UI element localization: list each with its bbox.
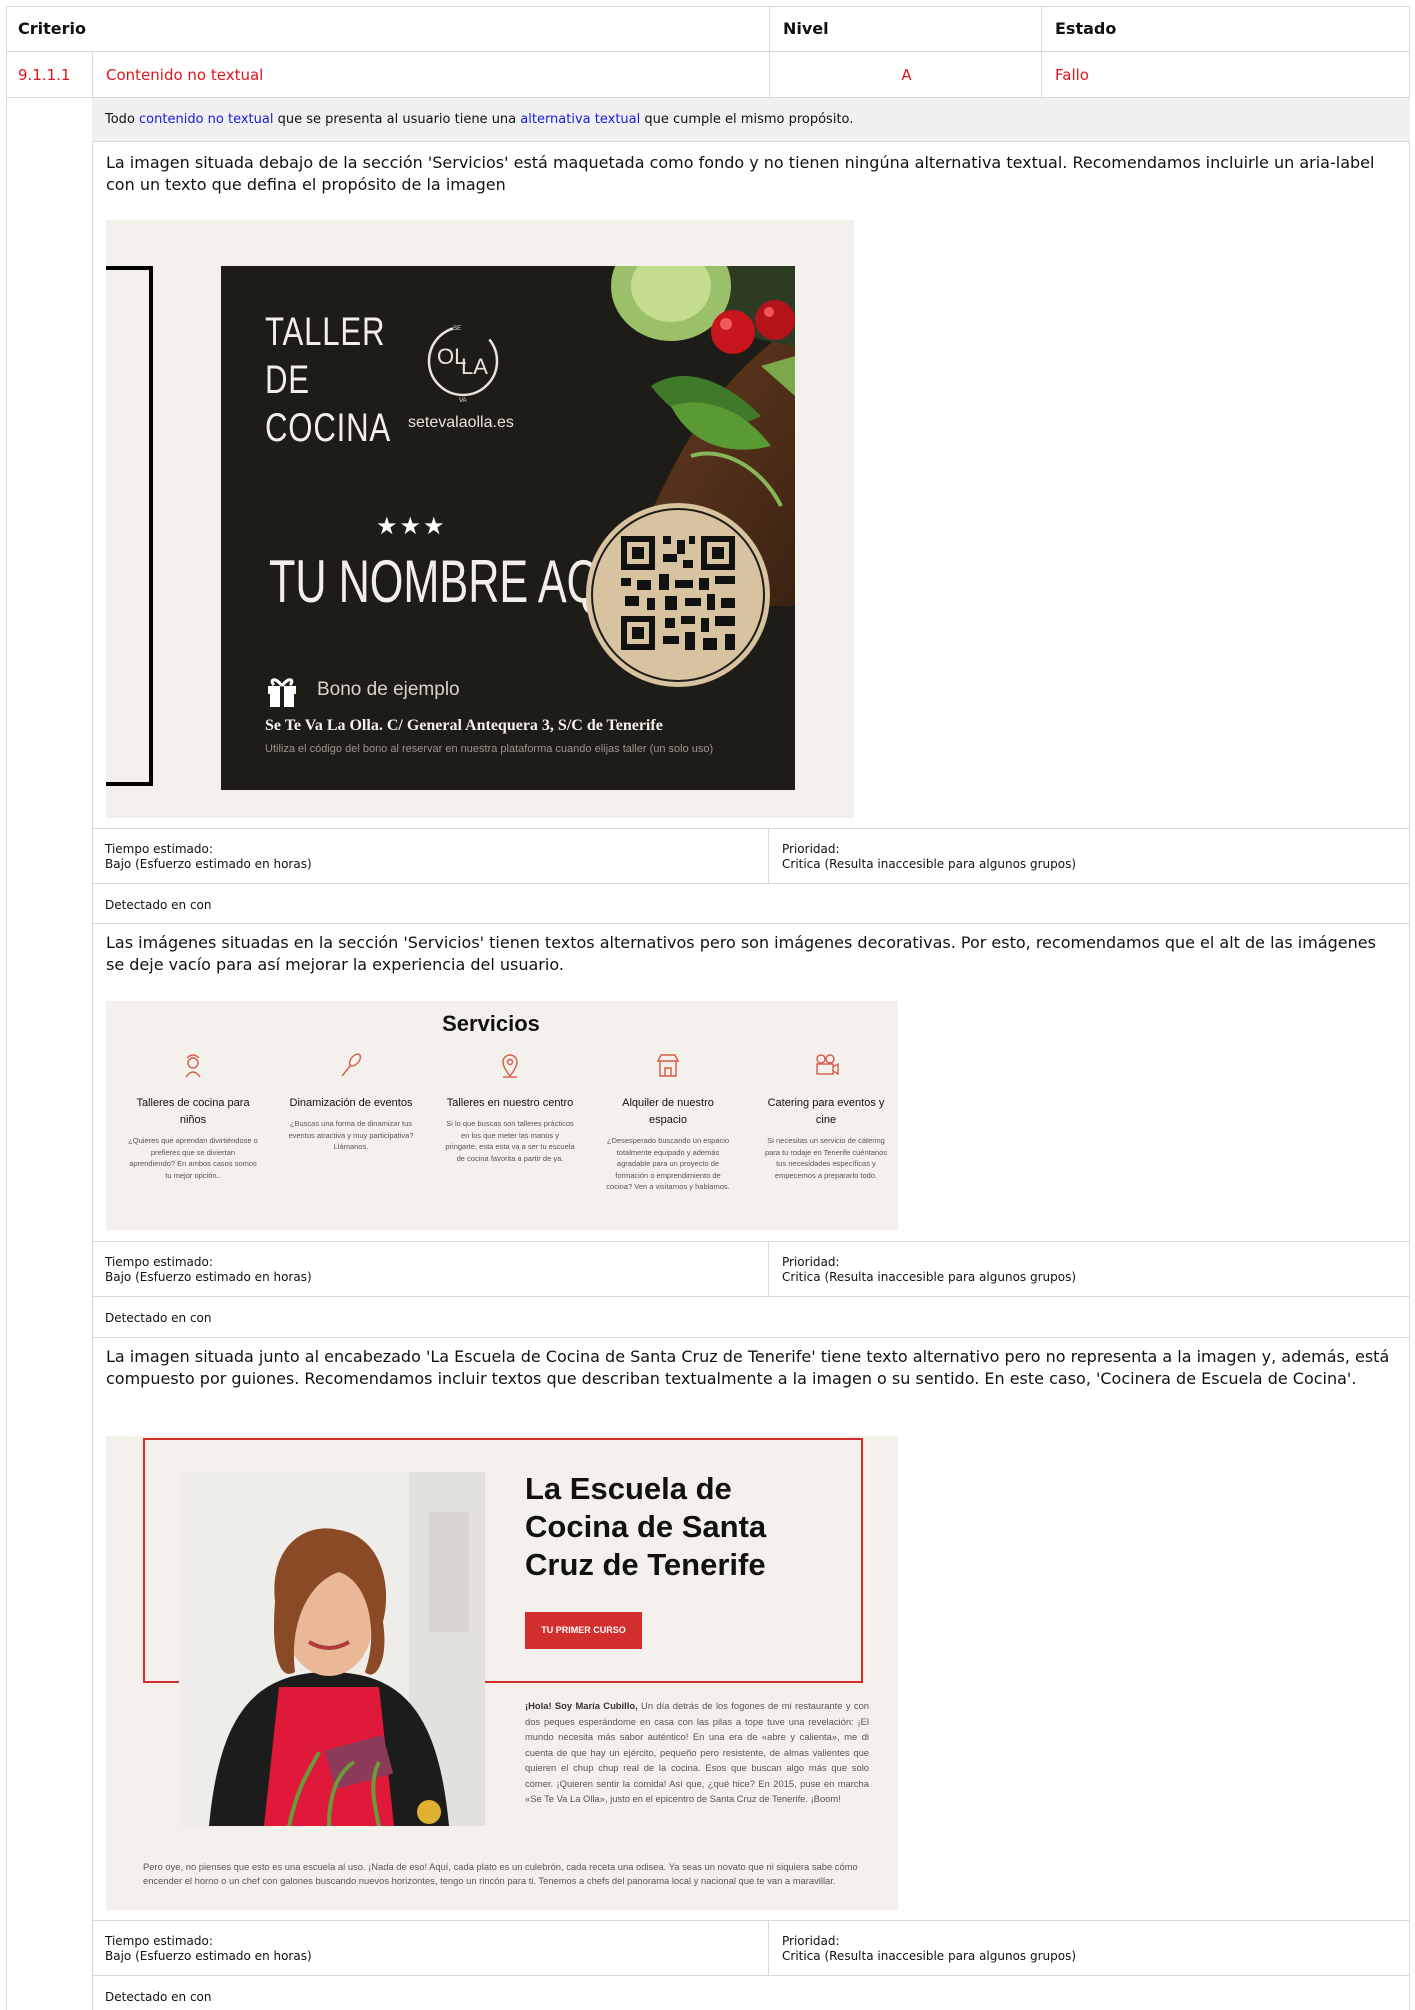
location-pin-icon: [502, 1054, 518, 1078]
screenshot-voucher: TALLER DE COCINA OL LA SE VA setevalaoll…: [106, 220, 854, 818]
svg-text:VA: VA: [459, 398, 467, 404]
priority: Prioridad: Critica (Resulta inaccesible p…: [782, 1934, 1076, 1964]
bio-greeting: ¡Hola! Soy María Cubillo,: [525, 1700, 638, 1711]
voucher-title-line: COCINA: [265, 406, 392, 450]
link-alternativa-textual[interactable]: alternativa textual: [520, 112, 640, 127]
criterion-id: 9.1.1.1: [18, 66, 71, 84]
service-title: Talleres de cocina para niños: [136, 1097, 250, 1126]
service-desc: ¿Quieres que aprendan divirtiéndose o pr…: [128, 1136, 258, 1180]
gift-icon: [268, 678, 296, 707]
chef-kid-icon: [185, 1054, 201, 1078]
voucher-title-line: TALLER: [265, 310, 386, 354]
service-title: Dinamización de eventos: [289, 1097, 413, 1109]
header-estado: Estado: [1055, 19, 1117, 38]
header-nivel: Nivel: [783, 19, 829, 38]
description-text: que se presenta al usuario tiene una: [273, 112, 521, 127]
header-criterio: Criterio: [18, 19, 86, 38]
issue-3-meta: Tiempo estimado: Bajo (Esfuerzo estimado …: [92, 1920, 1410, 1976]
accessibility-report: Criterio Nivel Estado 9.1.1.1 Contenido …: [6, 6, 1410, 2010]
issue-1-detected: Detectado en con: [105, 898, 212, 912]
time-label: Tiempo estimado:: [105, 842, 213, 856]
priority-label: Prioridad:: [782, 842, 840, 856]
time-label: Tiempo estimado:: [105, 1934, 213, 1948]
time-label: Tiempo estimado:: [105, 1255, 213, 1269]
service-desc: ¿Buscas una forma de dinamizar tus event…: [288, 1119, 414, 1151]
whisk-icon: [341, 1053, 362, 1077]
issue-1-text: La imagen situada debajo de la sección '…: [106, 153, 1375, 194]
issue-1-meta: Tiempo estimado: Bajo (Esfuerzo estimado …: [92, 828, 1410, 884]
voucher-fine-print: Utiliza el código del bono al reservar e…: [265, 743, 714, 755]
criterion-name: Contenido no textual: [106, 66, 264, 84]
estimated-time: Tiempo estimado: Bajo (Esfuerzo estimado …: [105, 1255, 312, 1285]
escuela-heading: La Escuela de Cocina de Santa Cruz de Te…: [525, 1471, 767, 1582]
screenshot-escuela: La Escuela de Cocina de Santa Cruz de Te…: [106, 1436, 898, 1910]
service-title: Alquiler de nuestro espacio: [622, 1097, 714, 1126]
time-value: Bajo (Esfuerzo estimado en horas): [105, 1270, 312, 1284]
service-desc: ¿Desesperado buscando un espacio totalme…: [606, 1136, 730, 1191]
priority-value: Critica (Resulta inaccesible para alguno…: [782, 1270, 1077, 1284]
priority-label: Prioridad:: [782, 1255, 840, 1269]
olla-logo: OL LA SE VA: [427, 325, 499, 404]
screenshot-servicios: Servicios Talleres de cocina para niños …: [106, 1001, 898, 1230]
service-item: Catering para eventos y cine Si necesita…: [761, 1051, 891, 1181]
service-title: Catering para eventos y cine: [767, 1097, 885, 1126]
voucher-card: TALLER DE COCINA OL LA SE VA setevalaoll…: [221, 266, 795, 790]
priority: Prioridad: Critica (Resulta inaccesible p…: [782, 1255, 1076, 1285]
issue-2-text: Las imágenes situadas en la sección 'Ser…: [106, 933, 1376, 974]
criterion-row: 9.1.1.1 Contenido no textual A Fallo: [6, 52, 1410, 98]
criterion-description: Todo contenido no textual que se present…: [92, 98, 1410, 142]
estimated-time: Tiempo estimado: Bajo (Esfuerzo estimado …: [105, 842, 312, 872]
voucher-title-line: DE: [265, 358, 310, 402]
bio-text: Un día detrás de los fogones de mi resta…: [525, 1700, 869, 1804]
description-text: que cumple el mismo propósito.: [640, 112, 854, 127]
film-camera-icon: [816, 1054, 839, 1076]
stars-icon: ★★★: [376, 512, 447, 540]
voucher-bono: Bono de ejemplo: [317, 679, 460, 700]
svg-text:SE: SE: [453, 326, 461, 332]
svg-text:LA: LA: [461, 354, 488, 379]
issue-2-detected: Detectado en con: [105, 1311, 212, 1325]
estimated-time: Tiempo estimado: Bajo (Esfuerzo estimado …: [105, 1934, 312, 1964]
priority-label: Prioridad:: [782, 1934, 840, 1948]
time-value: Bajo (Esfuerzo estimado en horas): [105, 1949, 312, 1963]
escuela-footer-text: Pero oye, no pienses que esto es una esc…: [143, 1861, 858, 1886]
service-item: Dinamización de eventos ¿Buscas una form…: [286, 1051, 416, 1153]
voucher-website: setevalaolla.es: [408, 414, 514, 431]
voucher-address: Se Te Va La Olla. C/ General Antequera 3…: [265, 717, 663, 734]
criterion-level: A: [901, 66, 912, 84]
service-item: Talleres de cocina para niños ¿Quieres q…: [128, 1051, 258, 1181]
primer-curso-button[interactable]: TU PRIMER CURSO: [525, 1612, 642, 1649]
priority: Prioridad: Critica (Resulta inaccesible p…: [782, 842, 1076, 872]
service-item: Alquiler de nuestro espacio ¿Desesperado…: [603, 1051, 733, 1193]
priority-value: Critica (Resulta inaccesible para alguno…: [782, 857, 1077, 871]
link-contenido-no-textual[interactable]: contenido no textual: [139, 112, 273, 127]
issue-3-detected: Detectado en con: [105, 1990, 212, 2004]
issue-2-meta: Tiempo estimado: Bajo (Esfuerzo estimado …: [92, 1241, 1410, 1297]
priority-value: Critica (Resulta inaccesible para alguno…: [782, 1949, 1077, 1963]
description-text: Todo: [105, 112, 140, 127]
qr-code-icon: [586, 503, 770, 687]
voucher-title: TALLER DE COCINA: [265, 308, 391, 452]
service-desc: Si necesitas un servicio de cátering par…: [764, 1136, 888, 1180]
service-title: Talleres en nuestro centro: [446, 1097, 574, 1109]
store-icon: [656, 1054, 680, 1077]
criterion-status: Fallo: [1055, 66, 1089, 84]
service-desc: Si lo que buscas son talleres prácticos …: [445, 1119, 575, 1163]
frame-bracket: [106, 266, 153, 786]
chef-woman-image: [179, 1472, 485, 1826]
servicios-title: Servicios: [442, 1011, 540, 1036]
service-item: Talleres en nuestro centro Si lo que bus…: [445, 1051, 575, 1164]
chef-photo: [179, 1472, 485, 1826]
time-value: Bajo (Esfuerzo estimado en horas): [105, 857, 312, 871]
issue-3-text: La imagen situada junto al encabezado 'L…: [106, 1347, 1390, 1388]
escuela-bio: ¡Hola! Soy María Cubillo, Un día detrás …: [525, 1698, 869, 1807]
table-header: Criterio Nivel Estado: [6, 6, 1410, 52]
